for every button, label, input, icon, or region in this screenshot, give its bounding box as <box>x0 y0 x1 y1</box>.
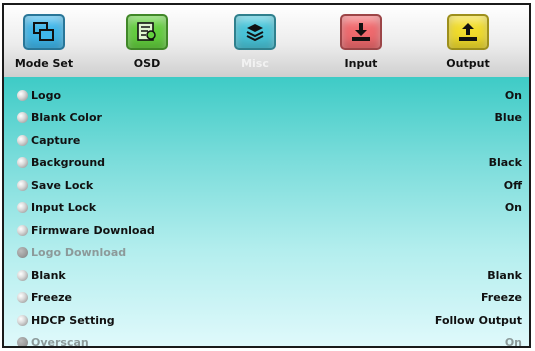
menu-item-label: Save Lock <box>31 179 94 192</box>
menu-item-logo-download: Logo Download <box>4 242 529 264</box>
menu-item-value: Follow Output <box>434 314 522 327</box>
menu-item-label: Blank Color <box>31 111 102 124</box>
menu-item-background[interactable]: Background Black <box>4 152 529 174</box>
bullet-icon <box>17 112 28 123</box>
tab-label: OSD <box>133 57 161 70</box>
menu-item-overscan: Overscan On <box>4 332 529 348</box>
menu-item-label: Blank <box>31 269 66 282</box>
tab-bar: Mode Set OSD Misc Input Output <box>4 5 529 77</box>
bullet-icon <box>17 90 28 101</box>
menu-item-label: Capture <box>31 134 81 147</box>
tab-osd[interactable]: OSD <box>110 5 188 77</box>
bullet-icon <box>17 270 28 281</box>
menu-item-logo[interactable]: Logo On <box>4 85 529 107</box>
menu-item-firmware-download[interactable]: Firmware Download <box>4 220 529 242</box>
bullet-icon <box>17 180 28 191</box>
menu-item-value: On <box>504 336 522 348</box>
menu-item-label: Freeze <box>31 291 73 304</box>
osd-list-icon <box>126 14 168 50</box>
bullet-icon <box>17 157 28 168</box>
menu-item-capture[interactable]: Capture <box>4 130 529 152</box>
menu-item-value: Black <box>488 156 522 169</box>
menu-item-value: Freeze <box>480 291 522 304</box>
output-arrow-icon <box>447 14 489 50</box>
menu-item-label: Firmware Download <box>31 224 155 237</box>
menu-item-value: On <box>504 201 522 214</box>
tab-input[interactable]: Input <box>324 5 402 77</box>
menu-item-label: Logo Download <box>31 246 127 259</box>
bullet-icon <box>17 292 28 303</box>
input-arrow-icon <box>340 14 382 50</box>
stack-icon <box>234 14 276 50</box>
menu-item-value: Blue <box>494 111 522 124</box>
menu-item-label: Background <box>31 156 106 169</box>
menu-item-blank-color[interactable]: Blank Color Blue <box>4 107 529 129</box>
menu-item-freeze[interactable]: Freeze Freeze <box>4 287 529 309</box>
menu-item-hdcp-setting[interactable]: HDCP Setting Follow Output <box>4 310 529 332</box>
menu-item-input-lock[interactable]: Input Lock On <box>4 197 529 219</box>
tab-label: Misc <box>241 57 269 70</box>
menu-item-label: Logo <box>31 89 61 102</box>
menu-item-label: Input Lock <box>31 201 97 214</box>
bullet-icon <box>17 202 28 213</box>
bullet-icon <box>17 315 28 326</box>
menu-item-label: Overscan <box>31 336 89 348</box>
menu-item-value: On <box>504 89 522 102</box>
menu-item-value: Blank <box>487 269 522 282</box>
bullet-icon <box>17 337 28 346</box>
tab-mode-set[interactable]: Mode Set <box>7 5 85 77</box>
tab-label: Output <box>446 57 490 70</box>
misc-menu: Logo On Blank Color Blue Capture Backgro… <box>4 77 529 346</box>
bullet-icon <box>17 135 28 146</box>
menu-item-value: Off <box>503 179 522 192</box>
tab-output[interactable]: Output <box>431 5 509 77</box>
osd-window: Mode Set OSD Misc Input Output Logo On B… <box>2 3 531 348</box>
tab-misc[interactable]: Misc <box>218 5 296 77</box>
tab-label: Mode Set <box>14 57 74 70</box>
bullet-icon <box>17 247 28 258</box>
bullet-icon <box>17 225 28 236</box>
menu-item-save-lock[interactable]: Save Lock Off <box>4 175 529 197</box>
menu-item-label: HDCP Setting <box>31 314 115 327</box>
windows-icon <box>23 14 65 50</box>
menu-item-blank[interactable]: Blank Blank <box>4 265 529 287</box>
tab-label: Input <box>344 57 378 70</box>
